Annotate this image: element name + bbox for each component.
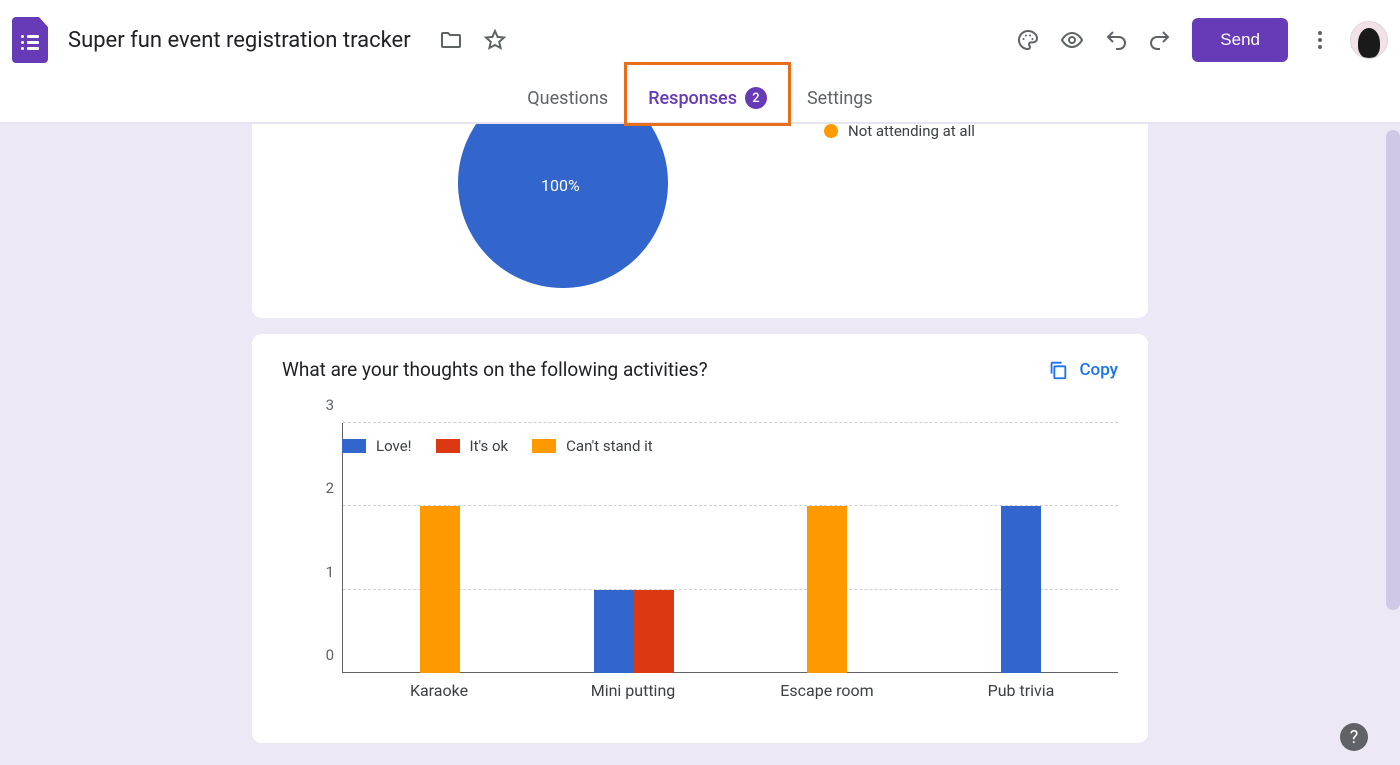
copy-label: Copy bbox=[1079, 360, 1118, 380]
bar bbox=[594, 590, 634, 673]
star-icon bbox=[483, 28, 507, 52]
bar bbox=[807, 506, 847, 673]
bar-chart-legend: Love! It's ok Can't stand it bbox=[342, 437, 653, 455]
undo-icon bbox=[1104, 28, 1128, 52]
bar-category bbox=[537, 423, 731, 673]
y-tick-label: 0 bbox=[326, 646, 334, 664]
tab-responses[interactable]: Responses 2 bbox=[628, 72, 787, 124]
bar-category bbox=[924, 423, 1118, 673]
legend-swatch bbox=[436, 439, 460, 453]
bar-chart-card: What are your thoughts on the following … bbox=[252, 334, 1148, 743]
y-tick-label: 3 bbox=[326, 396, 334, 414]
copy-chart-button[interactable]: Copy bbox=[1047, 359, 1118, 381]
bar-legend-item: Can't stand it bbox=[532, 437, 653, 455]
x-axis-label: Mini putting bbox=[536, 673, 730, 713]
x-axis-label: Pub trivia bbox=[924, 673, 1118, 713]
tab-responses-label: Responses bbox=[648, 88, 737, 109]
forms-logo-icon bbox=[12, 17, 48, 63]
x-axis-label: Escape room bbox=[730, 673, 924, 713]
y-tick-label: 1 bbox=[326, 563, 334, 581]
more-vert-icon bbox=[1308, 28, 1332, 52]
undo-button[interactable] bbox=[1094, 18, 1138, 62]
send-button[interactable]: Send bbox=[1192, 18, 1288, 62]
question-title: What are your thoughts on the following … bbox=[282, 358, 708, 381]
bar bbox=[634, 590, 674, 673]
redo-button[interactable] bbox=[1138, 18, 1182, 62]
pie-legend-item-not-attending: Not attending at all bbox=[824, 124, 975, 140]
folder-icon bbox=[439, 28, 463, 52]
form-tabs: Questions Responses 2 Settings bbox=[0, 80, 1400, 124]
bar-legend-item: Love! bbox=[342, 437, 412, 455]
pie-legend: Not attending at all bbox=[824, 124, 975, 144]
y-tick-label: 2 bbox=[326, 479, 334, 497]
customize-theme-button[interactable] bbox=[1006, 18, 1050, 62]
tab-settings[interactable]: Settings bbox=[787, 72, 893, 124]
responses-count-badge: 2 bbox=[745, 87, 767, 109]
move-to-folder-button[interactable] bbox=[429, 18, 473, 62]
legend-series-label: Can't stand it bbox=[566, 437, 653, 455]
legend-swatch-orange bbox=[824, 124, 838, 138]
pie-chart: 100% bbox=[458, 124, 668, 288]
star-button[interactable] bbox=[473, 18, 517, 62]
redo-icon bbox=[1148, 28, 1172, 52]
legend-swatch bbox=[342, 439, 366, 453]
x-axis-label: Karaoke bbox=[342, 673, 536, 713]
x-axis-labels: KaraokeMini puttingEscape roomPub trivia bbox=[342, 673, 1118, 713]
bar-chart-plot bbox=[342, 423, 1118, 673]
bar bbox=[1001, 506, 1041, 673]
scrollbar-thumb[interactable] bbox=[1386, 130, 1400, 610]
app-header: Super fun event registration tracker Sen… bbox=[0, 0, 1400, 80]
y-axis: 0123 bbox=[310, 423, 338, 673]
help-button[interactable]: ? bbox=[1340, 723, 1368, 751]
bar-legend-item: It's ok bbox=[436, 437, 509, 455]
responses-content: 100% Not attending at all What are your … bbox=[0, 124, 1400, 765]
bar-chart: 0123 Love!It's okCan't stand it KaraokeM… bbox=[282, 423, 1118, 713]
document-title[interactable]: Super fun event registration tracker bbox=[68, 28, 411, 53]
tab-questions[interactable]: Questions bbox=[507, 72, 628, 124]
legend-series-label: It's ok bbox=[470, 437, 509, 455]
account-avatar[interactable] bbox=[1350, 21, 1388, 59]
legend-series-label: Love! bbox=[376, 437, 412, 455]
bar-category bbox=[343, 423, 537, 673]
pie-slice-label: 100% bbox=[541, 176, 580, 195]
legend-swatch bbox=[532, 439, 556, 453]
bar-category bbox=[731, 423, 925, 673]
pie-chart-card: 100% Not attending at all bbox=[252, 124, 1148, 318]
legend-label: Not attending at all bbox=[848, 124, 975, 140]
bar bbox=[420, 506, 460, 673]
eye-icon bbox=[1060, 28, 1084, 52]
palette-icon bbox=[1016, 28, 1040, 52]
more-options-button[interactable] bbox=[1298, 18, 1342, 62]
preview-button[interactable] bbox=[1050, 18, 1094, 62]
copy-icon bbox=[1047, 359, 1069, 381]
